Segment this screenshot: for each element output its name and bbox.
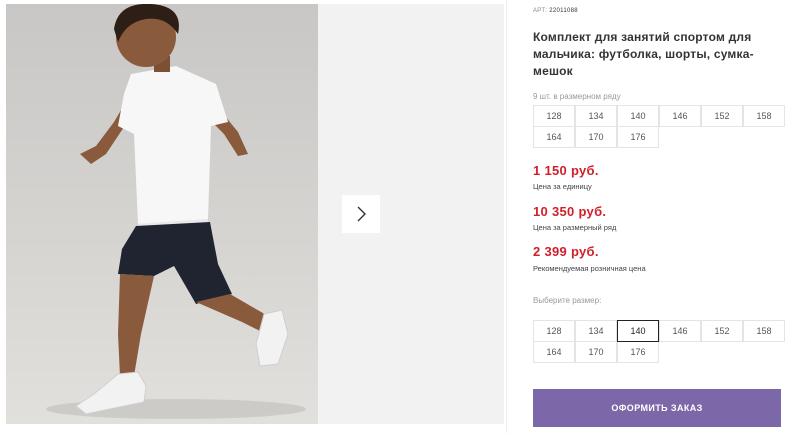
retail-price: 2 399 руб. <box>533 244 599 259</box>
retail-price-label: Рекомендуемая розничная цена <box>533 264 646 273</box>
size-row-cell: 164 <box>533 126 575 148</box>
size-row-grid: 128 134 140 146 152 158 164 170 176 <box>533 105 785 148</box>
size-row-cell: 146 <box>659 105 701 127</box>
size-option[interactable]: 128 <box>533 320 575 342</box>
gallery-next-button[interactable] <box>342 195 380 233</box>
product-gallery <box>0 0 508 433</box>
product-title: Комплект для занятий спортом для мальчик… <box>533 30 754 78</box>
size-option[interactable]: 158 <box>743 320 785 342</box>
size-row-cell: 152 <box>701 105 743 127</box>
place-order-button[interactable]: ОФОРМИТЬ ЗАКАЗ <box>533 389 781 427</box>
size-row-cell: 170 <box>575 126 617 148</box>
size-row-cell: 134 <box>575 105 617 127</box>
size-selector: 128 134 140 146 152 158 164 170 176 <box>533 320 785 363</box>
size-row-cell: 140 <box>617 105 659 127</box>
product-photo[interactable] <box>6 4 318 424</box>
size-row-cell: 176 <box>617 126 659 148</box>
unit-price: 1 150 руб. <box>533 163 599 178</box>
size-option[interactable]: 164 <box>533 341 575 363</box>
size-option[interactable]: 152 <box>701 320 743 342</box>
row-price-label: Цена за размерный ряд <box>533 223 617 232</box>
article-value: 22011088 <box>549 8 578 14</box>
unit-price-label: Цена за единицу <box>533 182 592 191</box>
choose-size-label: Выберите размер: <box>533 296 602 305</box>
size-row-note: 9 шт. в размерном ряду <box>533 92 621 101</box>
divider <box>506 0 507 433</box>
size-row-cell: 128 <box>533 105 575 127</box>
size-option[interactable]: 146 <box>659 320 701 342</box>
size-option-selected[interactable]: 140 <box>617 320 659 342</box>
size-option[interactable]: 134 <box>575 320 617 342</box>
size-row-cell: 158 <box>743 105 785 127</box>
boy-running-illustration <box>46 4 306 419</box>
size-option[interactable]: 176 <box>617 341 659 363</box>
row-price: 10 350 руб. <box>533 204 607 219</box>
article-prefix: АРТ: <box>533 8 548 14</box>
article-number: АРТ: 22011088 <box>533 8 578 14</box>
size-option[interactable]: 170 <box>575 341 617 363</box>
chevron-right-icon <box>357 206 366 222</box>
